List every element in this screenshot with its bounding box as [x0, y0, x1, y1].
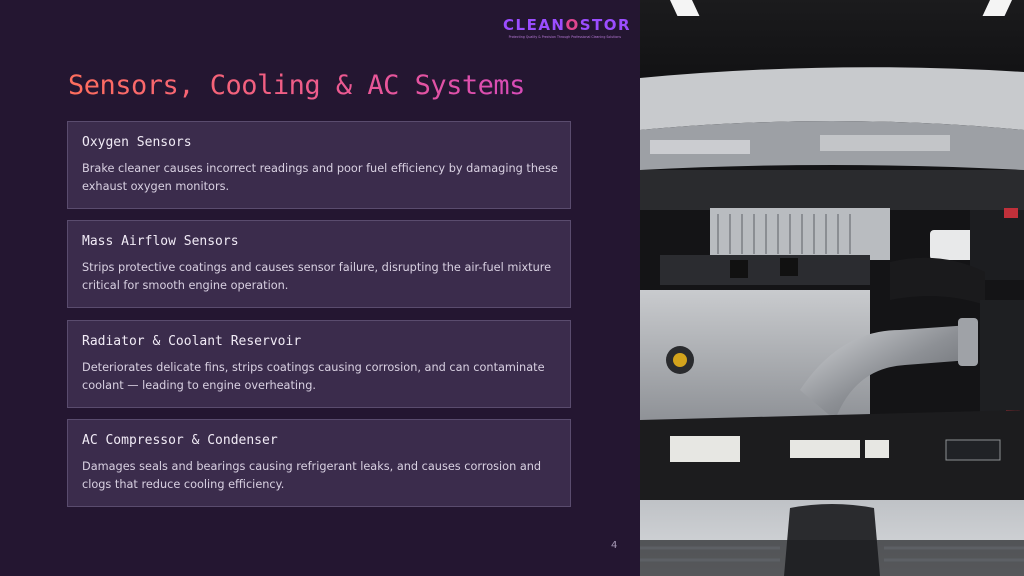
card-heading: Radiator & Coolant Reservoir [82, 334, 302, 349]
card-radiator-coolant: Radiator & Coolant Reservoir Deteriorate… [67, 320, 571, 408]
card-body: Brake cleaner causes incorrect readings … [82, 162, 558, 193]
card-heading: Mass Airflow Sensors [82, 234, 239, 249]
slide: CLEANOSTOR Protecting Quality & Precisio… [0, 0, 1024, 576]
slide-title: Sensors, Cooling & AC Systems [68, 70, 525, 101]
page-number: 4 [611, 540, 618, 551]
brand-tagline: Protecting Quality & Precision Through P… [508, 35, 621, 39]
card-mass-airflow-sensors: Mass Airflow Sensors Strips protective c… [67, 220, 571, 308]
brand-wordmark: CLEANOSTOR [503, 16, 632, 34]
card-ac-compressor: AC Compressor & Condenser Damages seals … [67, 419, 571, 507]
card-body: Deteriorates delicate fins, strips coati… [82, 361, 545, 392]
card-heading: AC Compressor & Condenser [82, 433, 278, 448]
card-oxygen-sensors: Oxygen Sensors Brake cleaner causes inco… [67, 121, 571, 209]
content-panel: CLEANOSTOR Protecting Quality & Precisio… [0, 0, 640, 576]
brand-logo: CLEANOSTOR Protecting Quality & Precisio… [503, 16, 632, 39]
card-heading: Oxygen Sensors [82, 135, 192, 150]
engine-bay-photo [640, 0, 1024, 576]
card-body: Damages seals and bearings causing refri… [82, 460, 542, 491]
card-body: Strips protective coatings and causes se… [82, 261, 552, 292]
